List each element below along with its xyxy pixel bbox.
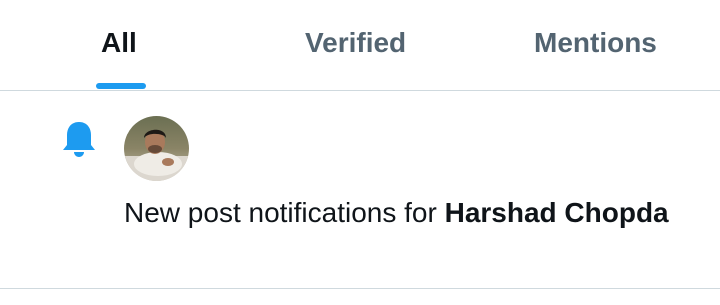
bell-icon (60, 119, 98, 157)
notifications-page: All Verified Mentions New post notificat… (0, 0, 720, 305)
tab-verified-label: Verified (305, 27, 407, 58)
notification-text-prefix: New post notifications for (124, 197, 445, 228)
avatar[interactable] (124, 116, 189, 181)
notification-text: New post notifications for Harshad Chopd… (124, 194, 684, 232)
tab-verified[interactable]: Verified (290, 0, 430, 90)
notification-user-name[interactable]: Harshad Chopda (445, 197, 669, 228)
tab-mentions[interactable]: Mentions (520, 0, 682, 90)
notification-item[interactable]: New post notifications for Harshad Chopd… (0, 91, 720, 288)
notifications-tabs: All Verified Mentions (0, 0, 720, 90)
tab-all-label: All (101, 27, 137, 58)
tab-mentions-label: Mentions (534, 27, 657, 58)
active-tab-indicator (96, 83, 146, 89)
bottom-divider (0, 288, 720, 289)
tab-all[interactable]: All (90, 0, 152, 90)
